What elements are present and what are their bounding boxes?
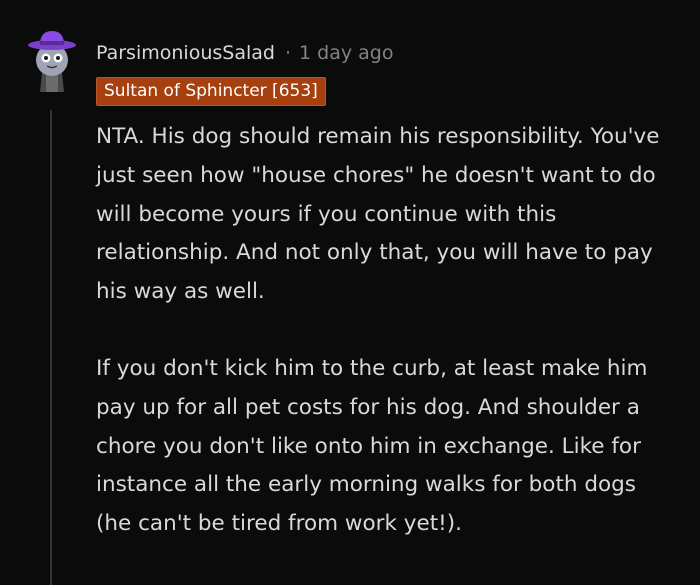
thread-collapse-line[interactable]	[50, 110, 52, 585]
avatar[interactable]	[20, 28, 84, 92]
snoo-avatar-icon	[28, 31, 76, 92]
comment-meta: ParsimoniousSalad · 1 day ago	[96, 38, 393, 68]
comment-paragraph: NTA. His dog should remain his responsib…	[96, 124, 660, 305]
username-link[interactable]: ParsimoniousSalad	[96, 42, 275, 64]
meta-separator: ·	[284, 42, 291, 64]
comment-body: NTA. His dog should remain his responsib…	[96, 118, 676, 544]
timestamp[interactable]: 1 day ago	[299, 42, 393, 64]
user-flair: Sultan of Sphincter [653]	[96, 77, 326, 106]
comment-paragraph: If you don't kick him to the curb, at le…	[96, 355, 648, 537]
